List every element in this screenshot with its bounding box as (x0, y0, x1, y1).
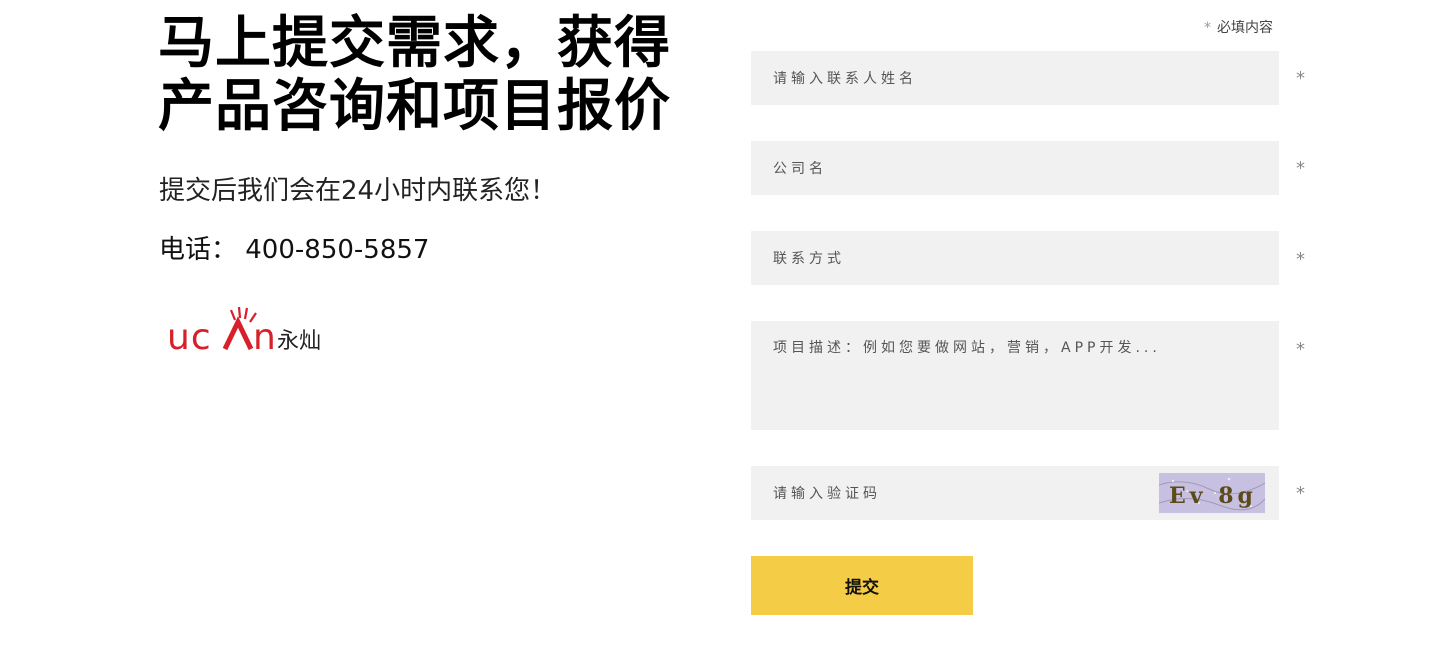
captcha-code: Ev 8g (1169, 483, 1257, 509)
name-input[interactable] (771, 51, 1263, 107)
contact-required-star: * (1296, 249, 1305, 270)
subtitle-text: 提交后我们会在24小时内联系您！ (159, 176, 557, 206)
logo-chinese: 永灿 (277, 329, 321, 354)
name-field[interactable] (751, 51, 1279, 107)
contact-input[interactable] (771, 231, 1263, 287)
captcha-field[interactable]: Ev 8g (751, 466, 1279, 522)
captcha-image[interactable]: Ev 8g (1158, 473, 1266, 513)
logo-a-mark (222, 316, 254, 351)
submit-button[interactable]: 提交 (751, 556, 973, 615)
required-star: * (1204, 20, 1211, 36)
logo-graphic: uc n 永灿 (167, 306, 321, 358)
phone-text: 电话： 400-850-5857 (159, 235, 430, 265)
logo-wordmark: uc (167, 317, 212, 354)
captcha-input[interactable] (771, 466, 1155, 522)
ucan-logo: uc n 永灿 (167, 304, 347, 358)
company-required-star: * (1296, 158, 1305, 179)
name-required-star: * (1296, 68, 1305, 89)
page-headline: 马上提交需求，获得产品咨询和项目报价 (158, 11, 671, 139)
contact-field[interactable] (751, 231, 1279, 287)
company-input[interactable] (771, 141, 1263, 197)
description-field[interactable] (751, 321, 1279, 439)
captcha-required-star: * (1296, 483, 1305, 504)
description-required-star: * (1296, 339, 1305, 360)
required-note: * 必填内容 (1204, 17, 1273, 37)
company-field[interactable] (751, 141, 1279, 197)
contact-page: 马上提交需求，获得产品咨询和项目报价 提交后我们会在24小时内联系您！ 电话： … (0, 0, 1440, 654)
required-note-text: 必填内容 (1217, 20, 1273, 36)
logo-n: n (253, 317, 276, 354)
description-textarea[interactable] (771, 321, 1263, 439)
captcha-graphic: Ev 8g (1158, 477, 1266, 511)
